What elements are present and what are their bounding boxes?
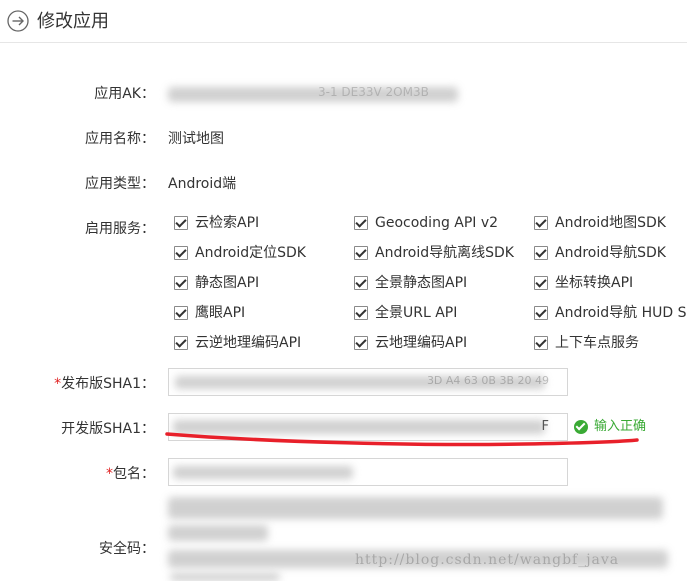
checkbox-checked-icon[interactable] [174, 246, 188, 260]
page-header: 修改应用 [0, 0, 687, 43]
package-input[interactable] [168, 458, 568, 486]
service-eagle-eye-api[interactable]: 鹰眼API [174, 303, 245, 323]
release-sha1-input[interactable]: 3D A4 63 0B 3B 20 49 [168, 368, 568, 396]
service-android-nav-hud-sdk[interactable]: Android导航 HUD SDK [534, 303, 687, 323]
service-android-map-sdk[interactable]: Android地图SDK [534, 213, 666, 233]
watermark: http://blog.csdn.net/wangbf_java [355, 552, 620, 568]
checkbox-checked-icon[interactable] [354, 276, 368, 290]
security-code-redacted-1 [168, 497, 663, 519]
checkbox-checked-icon[interactable] [534, 216, 548, 230]
service-cloud-search[interactable]: 云检索API [174, 213, 259, 233]
security-code-redacted-4 [170, 573, 280, 581]
service-coord-convert-api[interactable]: 坐标转换API [534, 273, 633, 293]
name-label: 应用名称： [85, 131, 155, 147]
ak-label: 应用AK： [94, 86, 155, 102]
checkbox-checked-icon[interactable] [354, 246, 368, 260]
ak-value-tail: 3-1 DE33V 2OM3B [318, 85, 429, 99]
release-sha1-tail: 3D A4 63 0B 3B 20 49 [426, 374, 549, 387]
service-android-nav-sdk[interactable]: Android导航SDK [534, 243, 666, 263]
dev-sha1-label: 开发版SHA1： [61, 421, 155, 437]
service-pickup-dropoff[interactable]: 上下车点服务 [534, 333, 639, 353]
checkbox-checked-icon[interactable] [534, 306, 548, 320]
name-value: 测试地图 [168, 131, 224, 147]
checkbox-checked-icon[interactable] [354, 306, 368, 320]
type-value: Android端 [168, 176, 237, 192]
package-redacted [173, 466, 353, 479]
checkbox-checked-icon[interactable] [534, 276, 548, 290]
circle-arrow-right-icon[interactable] [7, 10, 29, 32]
checkbox-checked-icon[interactable] [174, 276, 188, 290]
services-label: 启用服务： [85, 221, 155, 237]
package-label: *包名： [106, 466, 155, 482]
checkbox-checked-icon[interactable] [354, 336, 368, 350]
red-underline-annotation [165, 432, 639, 447]
service-panorama-url-api[interactable]: 全景URL API [354, 303, 457, 323]
service-android-location-sdk[interactable]: Android定位SDK [174, 243, 306, 263]
checkbox-checked-icon[interactable] [534, 336, 548, 350]
checkbox-checked-icon[interactable] [174, 336, 188, 350]
checkbox-checked-icon[interactable] [174, 216, 188, 230]
page-title: 修改应用 [37, 11, 109, 32]
checkbox-checked-icon[interactable] [534, 246, 548, 260]
release-sha1-label: *发布版SHA1： [54, 376, 155, 392]
service-reverse-geocoding-api[interactable]: 云逆地理编码API [174, 333, 301, 353]
service-panorama-static-api[interactable]: 全景静态图API [354, 273, 467, 293]
service-cloud-geocoding-api[interactable]: 云地理编码API [354, 333, 467, 353]
service-static-map-api[interactable]: 静态图API [174, 273, 259, 293]
service-android-nav-offline-sdk[interactable]: Android导航离线SDK [354, 243, 514, 263]
service-geocoding-v2[interactable]: Geocoding API v2 [354, 213, 498, 233]
required-mark: * [106, 466, 113, 482]
checkbox-checked-icon[interactable] [174, 306, 188, 320]
security-label: 安全码： [99, 541, 155, 557]
type-label: 应用类型： [85, 176, 155, 192]
checkbox-checked-icon[interactable] [354, 216, 368, 230]
security-code-redacted-2 [168, 525, 268, 541]
